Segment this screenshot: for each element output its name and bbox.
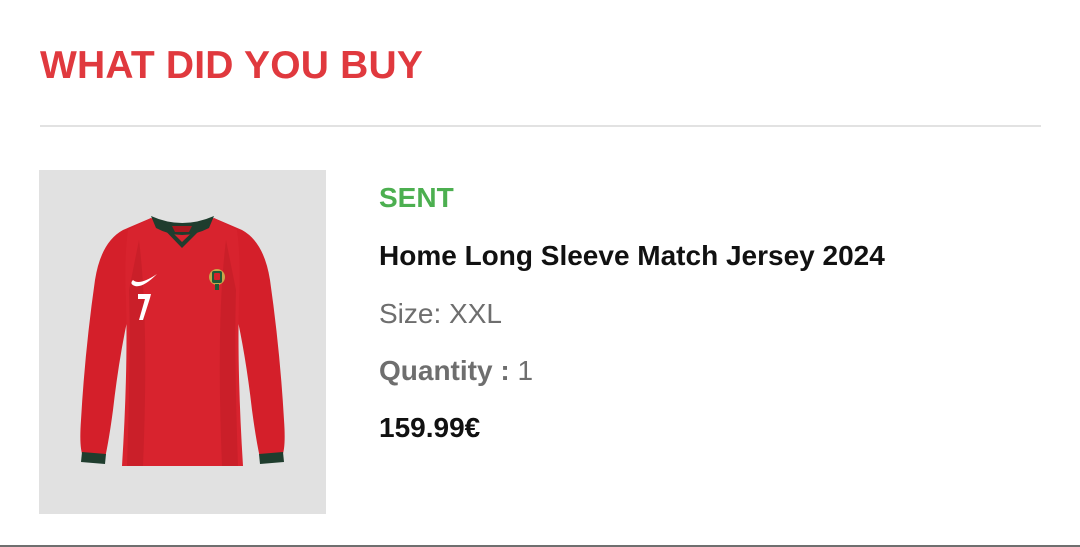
status-label: SENT xyxy=(379,182,454,213)
red-jersey-icon xyxy=(80,216,285,466)
quantity-value: 1 xyxy=(517,355,534,386)
quantity-line: Quantity : 1 xyxy=(379,353,1039,389)
divider xyxy=(40,125,1041,127)
quantity-separator: : xyxy=(492,355,518,386)
order-items-section: WHAT DID YOU BUY SENT Home Long Sleeve M… xyxy=(0,0,1080,547)
price: 159.99€ xyxy=(379,412,481,443)
product-name[interactable]: Home Long Sleeve Match Jersey 2024 xyxy=(379,238,1039,274)
section-title: WHAT DID YOU BUY xyxy=(40,44,424,87)
size-text: Size: XXL xyxy=(379,298,502,329)
quantity-label: Quantity xyxy=(379,355,493,386)
item-details: SENT Home Long Sleeve Match Jersey 2024 … xyxy=(379,180,1039,446)
product-image[interactable] xyxy=(39,170,326,514)
